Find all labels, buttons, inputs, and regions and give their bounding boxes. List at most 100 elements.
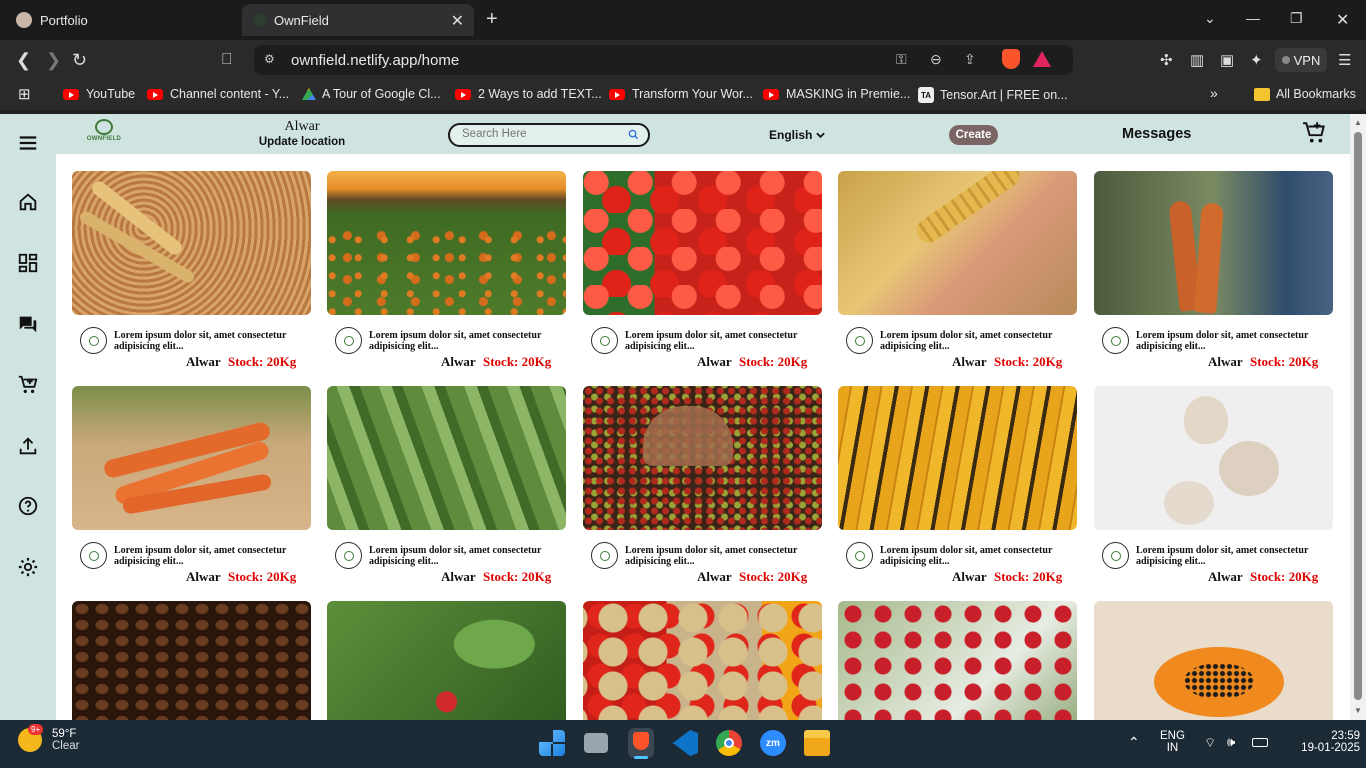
product-image-coffee-cherries[interactable] (583, 386, 822, 530)
page-scrollbar[interactable]: ▲ ▼ (1350, 114, 1366, 720)
brave-rewards-icon[interactable] (1033, 51, 1051, 67)
weather-widget[interactable]: 9+ 59°F Clear (18, 724, 79, 752)
seller-avatar[interactable] (335, 327, 362, 354)
password-key-icon[interactable]: ⚿ (896, 51, 907, 68)
bookmark-icon[interactable]: ⎕ (222, 50, 232, 70)
file-explorer-icon[interactable] (804, 730, 830, 756)
location-selector[interactable]: Alwar Update location (252, 119, 352, 148)
address-bar[interactable]: ⚙ ownfield.netlify.app/home ⚿ ⊖ ⇪ (254, 45, 1073, 75)
seller-avatar[interactable] (1102, 327, 1129, 354)
new-tab-icon[interactable]: + (486, 8, 498, 31)
zoom-icon[interactable]: ⊖ (930, 51, 942, 68)
dashboard-icon[interactable] (16, 251, 40, 275)
share-icon[interactable]: ⇪ (964, 51, 976, 68)
settings-icon[interactable] (16, 555, 40, 579)
show-hidden-icons-icon[interactable]: ⌃ (1128, 734, 1140, 751)
update-location-link[interactable]: Update location (252, 136, 352, 148)
product-image-papaya[interactable] (1094, 601, 1333, 720)
product-image-rice[interactable] (838, 171, 1077, 315)
apps-grid-icon[interactable]: ⊞ (18, 85, 31, 103)
close-tab-icon[interactable]: ✕ (451, 11, 464, 31)
search-box[interactable] (448, 123, 650, 147)
product-card[interactable]: Lorem ipsum dolor sit, amet consectetur … (72, 171, 311, 385)
search-icon[interactable] (628, 129, 639, 140)
ownfield-logo[interactable]: OWNFIELD (86, 119, 122, 149)
back-icon[interactable]: ❮ (16, 50, 31, 70)
seller-avatar[interactable] (80, 542, 107, 569)
product-image-pumpkin-field[interactable] (327, 171, 566, 315)
product-card[interactable]: Lorem ipsum dolor sit, amet consectetur … (838, 171, 1077, 385)
task-view-icon[interactable] (584, 733, 608, 753)
minimize-icon[interactable]: — (1246, 10, 1260, 26)
product-image-carrots[interactable] (72, 386, 311, 530)
seller-avatar[interactable] (591, 327, 618, 354)
vscode-icon[interactable] (672, 730, 698, 756)
product-card[interactable] (583, 601, 822, 720)
chat-icon[interactable] (16, 312, 40, 336)
product-image-strawberry[interactable] (327, 601, 566, 720)
product-image-garlic[interactable] (1094, 386, 1333, 530)
seller-avatar[interactable] (591, 542, 618, 569)
seller-avatar[interactable] (80, 327, 107, 354)
browser-menu-icon[interactable]: ☰ (1338, 51, 1351, 69)
volume-icon[interactable]: 🕪 (1227, 734, 1235, 750)
wallet-icon[interactable]: ▣ (1220, 51, 1234, 69)
url-text[interactable]: ownfield.netlify.app/home (291, 52, 459, 69)
chrome-icon[interactable] (716, 730, 742, 756)
zoom-app-icon[interactable]: zm (760, 730, 786, 756)
product-card[interactable] (327, 601, 566, 720)
product-card[interactable]: Lorem ipsum dolor sit, amet consectetur … (327, 171, 566, 385)
home-icon[interactable] (16, 190, 40, 214)
brave-shields-icon[interactable] (1002, 49, 1020, 69)
seller-avatar[interactable] (1102, 542, 1129, 569)
add-cart-icon[interactable] (16, 373, 40, 397)
seller-avatar[interactable] (846, 327, 873, 354)
close-window-icon[interactable]: ✕ (1336, 10, 1349, 30)
product-card[interactable]: Lorem ipsum dolor sit, amet consectetur … (583, 386, 822, 600)
forward-icon[interactable]: ❯ (46, 50, 61, 70)
product-card[interactable]: Lorem ipsum dolor sit, amet consectetur … (583, 171, 822, 385)
windows-start-icon[interactable] (539, 730, 565, 756)
help-icon[interactable] (16, 494, 40, 518)
upload-icon[interactable] (16, 434, 40, 458)
product-card[interactable]: Lorem ipsum dolor sit, amet consectetur … (838, 386, 1077, 600)
vpn-button[interactable]: VPN (1275, 48, 1327, 72)
bookmarks-overflow-icon[interactable]: » (1210, 85, 1218, 101)
site-settings-icon[interactable]: ⚙ (264, 52, 278, 66)
product-image-apples[interactable] (838, 601, 1077, 720)
leo-ai-icon[interactable]: ✦ (1250, 51, 1263, 69)
product-card[interactable] (72, 601, 311, 720)
wifi-icon[interactable]: ⌔ (1204, 735, 1216, 751)
bookmark-add-text[interactable]: 2 Ways to add TEXT... (455, 87, 602, 101)
language-dropdown[interactable]: English (769, 128, 825, 142)
cart-icon[interactable] (1302, 120, 1328, 146)
bookmark-youtube[interactable]: YouTube (63, 87, 135, 101)
scrollbar-thumb[interactable] (1354, 132, 1362, 700)
product-image-corn[interactable] (838, 386, 1077, 530)
product-image-cucumbers[interactable] (327, 386, 566, 530)
product-card[interactable]: Lorem ipsum dolor sit, amet consectetur … (1094, 171, 1333, 385)
bookmark-google-cloud[interactable]: A Tour of Google Cl... (302, 87, 441, 101)
product-card[interactable] (1094, 601, 1333, 720)
product-card[interactable]: Lorem ipsum dolor sit, amet consectetur … (327, 386, 566, 600)
product-card[interactable]: Lorem ipsum dolor sit, amet consectetur … (72, 386, 311, 600)
product-image-coffee-beans[interactable] (72, 601, 311, 720)
extensions-icon[interactable]: ✣ (1160, 51, 1173, 69)
restore-icon[interactable]: ❐ (1290, 10, 1303, 27)
bookmark-transform[interactable]: Transform Your Wor... (609, 87, 753, 101)
all-bookmarks[interactable]: All Bookmarks (1254, 87, 1356, 101)
messages-link[interactable]: Messages (1122, 126, 1191, 142)
seller-avatar[interactable] (335, 542, 362, 569)
bookmark-channel-content[interactable]: Channel content - Y... (147, 87, 289, 101)
product-image-wheat[interactable] (72, 171, 311, 315)
sidebar-toggle-icon[interactable]: ▥ (1190, 51, 1204, 69)
scroll-up-icon[interactable]: ▲ (1354, 118, 1362, 127)
tab-portfolio[interactable]: Portfolio (4, 4, 240, 36)
seller-avatar[interactable] (846, 542, 873, 569)
clock[interactable]: 23:59 19-01-2025 (1300, 730, 1360, 754)
battery-icon[interactable] (1252, 738, 1268, 747)
brave-taskbar-button[interactable] (628, 728, 654, 759)
search-input[interactable] (462, 128, 622, 140)
create-button[interactable]: Create (949, 125, 998, 145)
tab-search-icon[interactable]: ⌄ (1204, 10, 1216, 27)
